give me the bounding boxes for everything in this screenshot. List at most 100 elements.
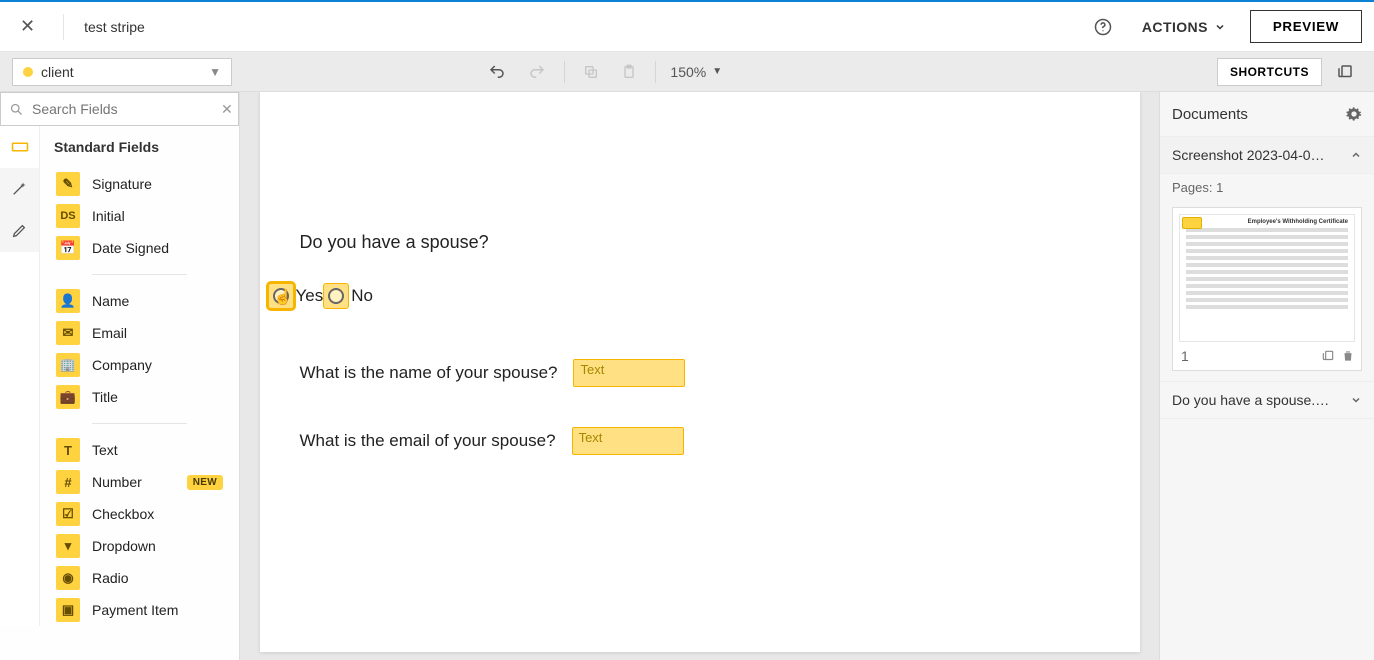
radio-no-field[interactable] <box>323 283 349 309</box>
search-icon <box>9 102 24 117</box>
recipient-label: client <box>41 64 74 80</box>
document-name: Do you have a spouse.… <box>1172 392 1342 408</box>
document-name: Screenshot 2023-04-0… <box>1172 147 1342 163</box>
pencil-icon <box>11 223 29 239</box>
undo-button[interactable] <box>484 59 510 85</box>
text-field-spouse-name[interactable]: Text <box>573 359 685 387</box>
fields-icon <box>11 140 29 154</box>
radio-no-label: No <box>351 286 373 306</box>
chevron-down-icon <box>1214 21 1226 33</box>
document-row-1[interactable]: Screenshot 2023-04-0… <box>1160 136 1374 174</box>
field-label: Title <box>92 389 118 405</box>
field-label: Signature <box>92 176 152 192</box>
field-label: Company <box>92 357 152 373</box>
field-company[interactable]: 🏢 Company <box>92 349 223 381</box>
field-text[interactable]: T Text <box>92 434 223 466</box>
field-list: ✎ Signature DS Initial 📅 Date Signed <box>40 168 239 264</box>
field-name[interactable]: 👤 Name <box>92 285 223 317</box>
field-title[interactable]: 💼 Title <box>92 381 223 413</box>
divider <box>92 423 187 424</box>
checkbox-icon: ☑ <box>56 502 80 526</box>
field-dropdown[interactable]: ▾ Dropdown <box>92 530 223 562</box>
hash-icon: # <box>56 470 80 494</box>
actions-menu[interactable]: ACTIONS <box>1130 11 1238 43</box>
copy-button[interactable] <box>579 60 603 84</box>
toolbar-separator <box>564 61 565 83</box>
preview-button[interactable]: PREVIEW <box>1250 10 1362 43</box>
briefcase-icon: 💼 <box>56 385 80 409</box>
actions-label: ACTIONS <box>1142 19 1208 35</box>
toolbar: client ▼ 150% ▼ SHORTCUTS <box>0 52 1374 92</box>
tab-prefill[interactable] <box>0 210 39 252</box>
page-thumbnail[interactable]: W-4Employee's Withholding Certificate <box>1179 214 1355 342</box>
recipient-color-icon <box>23 67 33 77</box>
question-spouse: Do you have a spouse? <box>300 232 1100 253</box>
radio-icon: ◉ <box>56 566 80 590</box>
question-spouse-email: What is the email of your spouse? <box>300 431 556 451</box>
field-label: Text <box>92 442 118 458</box>
radio-circle-icon <box>273 288 289 304</box>
delete-page-icon[interactable] <box>1341 349 1355 363</box>
radio-yes-field[interactable] <box>268 283 294 309</box>
clear-search-icon[interactable]: ✕ <box>221 101 233 118</box>
paste-button[interactable] <box>617 60 641 84</box>
zoom-dropdown[interactable]: 150% ▼ <box>670 64 722 80</box>
divider <box>92 274 187 275</box>
text-field-spouse-email[interactable]: Text <box>572 427 684 455</box>
field-label: Date Signed <box>92 240 169 256</box>
tab-standard-fields[interactable] <box>0 126 39 168</box>
building-icon: 🏢 <box>56 353 80 377</box>
redo-button[interactable] <box>524 59 550 85</box>
shortcuts-button[interactable]: SHORTCUTS <box>1217 58 1322 86</box>
pages-count: Pages: 1 <box>1160 174 1374 201</box>
tab-custom-fields[interactable] <box>0 168 39 210</box>
right-panel: Documents Screenshot 2023-04-0… Pages: 1… <box>1159 92 1374 660</box>
field-signature[interactable]: ✎ Signature <box>92 168 223 200</box>
caret-down-icon: ▼ <box>712 66 722 77</box>
field-label: Dropdown <box>92 538 156 554</box>
help-icon[interactable] <box>1088 12 1118 42</box>
duplicate-page-icon[interactable] <box>1321 349 1335 363</box>
recipient-dropdown[interactable]: client ▼ <box>12 58 232 86</box>
panel-title: Standard Fields <box>54 139 159 155</box>
payment-icon: ▣ <box>56 598 80 622</box>
new-badge: NEW <box>187 475 223 490</box>
field-label: Radio <box>92 570 129 586</box>
canvas[interactable]: Do you have a spouse? Yes No What is the… <box>240 92 1159 660</box>
field-initial[interactable]: DS Initial <box>92 200 223 232</box>
field-search[interactable]: ✕ <box>0 92 239 126</box>
search-input[interactable] <box>32 101 213 117</box>
document-row-2[interactable]: Do you have a spouse.… <box>1160 381 1374 419</box>
caret-down-icon: ▼ <box>209 65 221 79</box>
field-label: Checkbox <box>92 506 154 522</box>
field-date-signed[interactable]: 📅 Date Signed <box>92 232 223 264</box>
field-label: Initial <box>92 208 125 224</box>
header: ✕ test stripe ACTIONS PREVIEW <box>0 2 1374 52</box>
field-payment-item[interactable]: ▣ Payment Item <box>92 594 223 626</box>
signature-icon: ✎ <box>56 172 80 196</box>
document-page[interactable]: Do you have a spouse? Yes No What is the… <box>260 92 1140 652</box>
thumb-page-number: 1 <box>1179 348 1189 364</box>
documents-header: Documents <box>1172 106 1248 123</box>
field-checkbox[interactable]: ☑ Checkbox <box>92 498 223 530</box>
text-placeholder: Text <box>579 430 603 445</box>
wand-icon <box>11 181 29 197</box>
document-title: test stripe <box>84 19 145 35</box>
zoom-value: 150% <box>670 64 706 80</box>
text-placeholder: Text <box>580 362 604 377</box>
copy-pages-icon[interactable] <box>1328 59 1362 85</box>
radio-circle-icon <box>328 288 344 304</box>
envelope-icon: ✉ <box>56 321 80 345</box>
header-divider <box>63 14 64 40</box>
gear-icon[interactable] <box>1346 106 1362 122</box>
panel-header: Standard Fields <box>40 126 239 168</box>
field-email[interactable]: ✉ Email <box>92 317 223 349</box>
radio-yes-label: Yes <box>296 286 324 306</box>
chevron-down-icon <box>1350 394 1362 406</box>
recipient-tag-icon <box>1182 217 1202 229</box>
close-button[interactable]: ✕ <box>12 12 43 41</box>
field-radio[interactable]: ◉ Radio <box>92 562 223 594</box>
question-spouse-name: What is the name of your spouse? <box>300 363 558 383</box>
field-label: Name <box>92 293 129 309</box>
field-number[interactable]: # Number NEW <box>92 466 223 498</box>
